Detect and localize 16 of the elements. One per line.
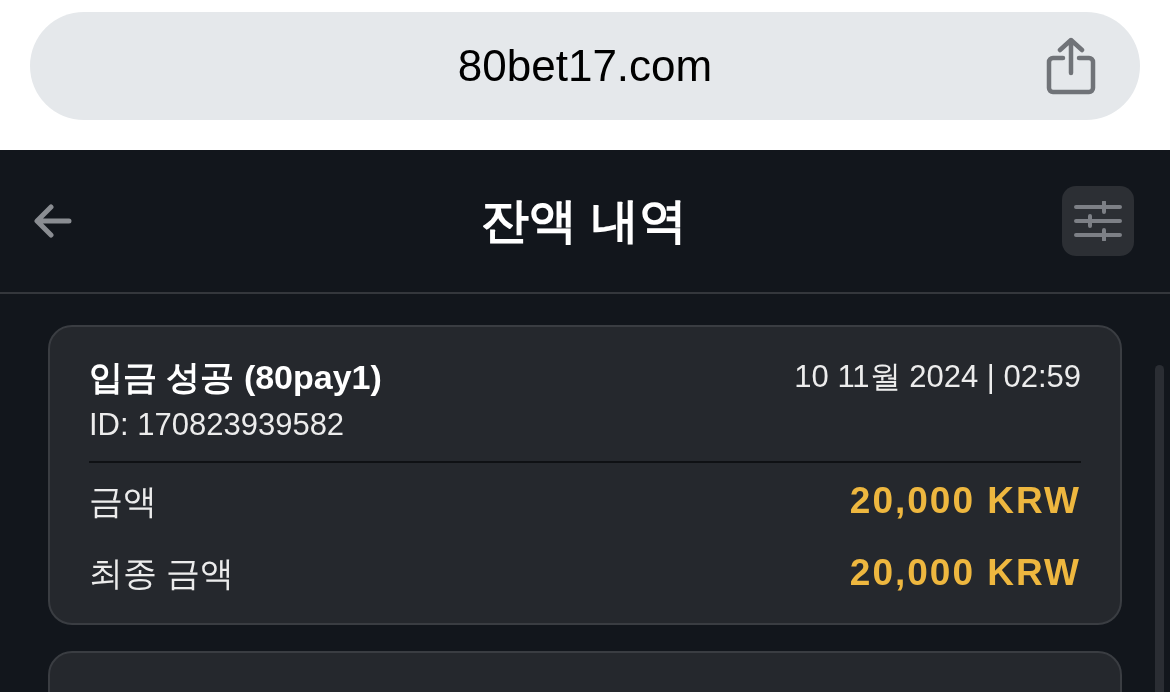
address-bar[interactable]: 80bet17.com [30,12,1140,120]
transaction-id: ID: 170823939582 [89,407,345,442]
amount-label: 금액 [89,481,157,522]
back-arrow-icon [34,204,72,238]
transaction-datetime: 10 11월 2024 | 02:59 [794,358,1081,396]
scrollbar[interactable] [1155,365,1164,692]
back-button[interactable] [34,204,72,238]
page-title: 잔액 내역 [481,197,687,245]
url-text: 80bet17.com [457,44,713,88]
amount-value: 20,000 KRW [849,479,1081,523]
share-icon[interactable] [1046,37,1096,95]
filter-button[interactable] [1062,186,1134,256]
amount-label: 최종 금액 [89,553,235,594]
transaction-title: 입금 성공 (80pay1) [89,357,382,398]
sliders-icon [1074,201,1122,241]
amount-value: 20,000 KRW [849,551,1081,595]
